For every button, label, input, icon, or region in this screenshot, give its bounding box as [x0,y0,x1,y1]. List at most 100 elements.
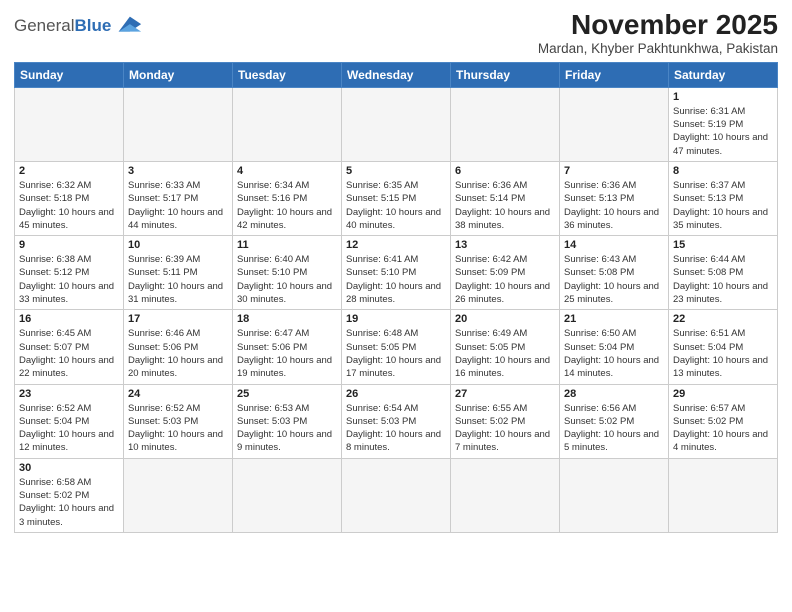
day-number: 8 [673,165,773,177]
calendar-day-cell: 12Sunrise: 6:41 AMSunset: 5:10 PMDayligh… [342,236,451,310]
day-number: 24 [128,388,228,400]
day-info: Sunrise: 6:32 AMSunset: 5:18 PMDaylight:… [19,179,119,232]
day-number: 19 [346,313,446,325]
day-number: 12 [346,239,446,251]
day-number: 6 [455,165,555,177]
calendar-day-cell: 2 Sunrise: 6:32 AMSunset: 5:18 PMDaylight… [15,161,124,235]
day-number: 13 [455,239,555,251]
day-info: Sunrise: 6:48 AMSunset: 5:05 PMDaylight:… [346,327,446,380]
calendar-day-cell: 7 Sunrise: 6:36 AMSunset: 5:13 PMDaylight… [560,161,669,235]
page-title: November 2025 [538,10,778,41]
weekday-header-row: SundayMondayTuesdayWednesdayThursdayFrid… [15,62,778,87]
calendar-week-row: 23 Sunrise: 6:52 AMSunset: 5:04 PMDayligh… [15,384,778,458]
day-number: 9 [19,239,119,251]
weekday-header-tuesday: Tuesday [233,62,342,87]
day-info: Sunrise: 6:43 AMSunset: 5:08 PMDaylight:… [564,253,664,306]
day-info: Sunrise: 6:37 AMSunset: 5:13 PMDaylight:… [673,179,773,232]
calendar-day-cell: 27Sunrise: 6:55 AMSunset: 5:02 PMDayligh… [451,384,560,458]
calendar-day-cell: 16 Sunrise: 6:45 AMSunset: 5:07 PMDayligh… [15,310,124,384]
calendar-week-row: 1 Sunrise: 6:31 AMSunset: 5:19 PMDaylight… [15,87,778,161]
calendar-day-cell [451,458,560,532]
calendar-day-cell: 17Sunrise: 6:46 AMSunset: 5:06 PMDayligh… [124,310,233,384]
calendar-day-cell: 24Sunrise: 6:52 AMSunset: 5:03 PMDayligh… [124,384,233,458]
day-number: 4 [237,165,337,177]
calendar-day-cell [233,87,342,161]
calendar-day-cell: 3Sunrise: 6:33 AMSunset: 5:17 PMDaylight… [124,161,233,235]
calendar-week-row: 9 Sunrise: 6:38 AMSunset: 5:12 PMDaylight… [15,236,778,310]
day-info: Sunrise: 6:52 AMSunset: 5:04 PMDaylight:… [19,402,119,455]
day-number: 30 [19,462,119,474]
calendar: SundayMondayTuesdayWednesdayThursdayFrid… [14,62,778,533]
day-info: Sunrise: 6:54 AMSunset: 5:03 PMDaylight:… [346,402,446,455]
day-number: 20 [455,313,555,325]
calendar-week-row: 30 Sunrise: 6:58 AMSunset: 5:02 PMDayligh… [15,458,778,532]
day-info: Sunrise: 6:42 AMSunset: 5:09 PMDaylight:… [455,253,555,306]
calendar-day-cell: 6 Sunrise: 6:36 AMSunset: 5:14 PMDaylight… [451,161,560,235]
calendar-day-cell [451,87,560,161]
day-info: Sunrise: 6:47 AMSunset: 5:06 PMDaylight:… [237,327,337,380]
calendar-day-cell: 23 Sunrise: 6:52 AMSunset: 5:04 PMDayligh… [15,384,124,458]
day-info: Sunrise: 6:31 AMSunset: 5:19 PMDaylight:… [673,105,773,158]
day-number: 7 [564,165,664,177]
calendar-header: SundayMondayTuesdayWednesdayThursdayFrid… [15,62,778,87]
header: GeneralBlue November 2025 Mardan, Khyber… [14,10,778,56]
day-number: 23 [19,388,119,400]
calendar-day-cell: 30 Sunrise: 6:58 AMSunset: 5:02 PMDayligh… [15,458,124,532]
weekday-header-monday: Monday [124,62,233,87]
day-number: 1 [673,91,773,103]
day-number: 16 [19,313,119,325]
day-info: Sunrise: 6:49 AMSunset: 5:05 PMDaylight:… [455,327,555,380]
day-number: 14 [564,239,664,251]
calendar-day-cell [560,87,669,161]
calendar-day-cell: 21Sunrise: 6:50 AMSunset: 5:04 PMDayligh… [560,310,669,384]
calendar-day-cell [669,458,778,532]
weekday-header-sunday: Sunday [15,62,124,87]
calendar-day-cell [233,458,342,532]
day-number: 22 [673,313,773,325]
day-info: Sunrise: 6:45 AMSunset: 5:07 PMDaylight:… [19,327,119,380]
day-info: Sunrise: 6:35 AMSunset: 5:15 PMDaylight:… [346,179,446,232]
title-block: November 2025 Mardan, Khyber Pakhtunkhwa… [538,10,778,56]
day-info: Sunrise: 6:44 AMSunset: 5:08 PMDaylight:… [673,253,773,306]
weekday-header-thursday: Thursday [451,62,560,87]
weekday-header-friday: Friday [560,62,669,87]
logo-icon [113,14,143,36]
day-number: 15 [673,239,773,251]
day-info: Sunrise: 6:36 AMSunset: 5:13 PMDaylight:… [564,179,664,232]
day-info: Sunrise: 6:53 AMSunset: 5:03 PMDaylight:… [237,402,337,455]
calendar-day-cell: 1 Sunrise: 6:31 AMSunset: 5:19 PMDaylight… [669,87,778,161]
day-info: Sunrise: 6:38 AMSunset: 5:12 PMDaylight:… [19,253,119,306]
day-number: 17 [128,313,228,325]
calendar-day-cell [342,87,451,161]
logo-text-normal: General [14,16,74,35]
day-number: 18 [237,313,337,325]
day-number: 10 [128,239,228,251]
calendar-day-cell [124,458,233,532]
calendar-day-cell: 11 Sunrise: 6:40 AMSunset: 5:10 PMDayligh… [233,236,342,310]
page-subtitle: Mardan, Khyber Pakhtunkhwa, Pakistan [538,41,778,56]
calendar-day-cell: 19 Sunrise: 6:48 AMSunset: 5:05 PMDayligh… [342,310,451,384]
calendar-day-cell: 15 Sunrise: 6:44 AMSunset: 5:08 PMDayligh… [669,236,778,310]
day-number: 2 [19,165,119,177]
day-info: Sunrise: 6:36 AMSunset: 5:14 PMDaylight:… [455,179,555,232]
calendar-day-cell: 22Sunrise: 6:51 AMSunset: 5:04 PMDayligh… [669,310,778,384]
calendar-day-cell [342,458,451,532]
day-info: Sunrise: 6:40 AMSunset: 5:10 PMDaylight:… [237,253,337,306]
weekday-header-wednesday: Wednesday [342,62,451,87]
day-info: Sunrise: 6:56 AMSunset: 5:02 PMDaylight:… [564,402,664,455]
day-number: 11 [237,239,337,251]
day-info: Sunrise: 6:58 AMSunset: 5:02 PMDaylight:… [19,476,119,529]
calendar-day-cell: 28Sunrise: 6:56 AMSunset: 5:02 PMDayligh… [560,384,669,458]
day-number: 21 [564,313,664,325]
day-info: Sunrise: 6:33 AMSunset: 5:17 PMDaylight:… [128,179,228,232]
calendar-day-cell: 29Sunrise: 6:57 AMSunset: 5:02 PMDayligh… [669,384,778,458]
calendar-day-cell: 26 Sunrise: 6:54 AMSunset: 5:03 PMDayligh… [342,384,451,458]
calendar-day-cell [15,87,124,161]
day-number: 26 [346,388,446,400]
page: GeneralBlue November 2025 Mardan, Khyber… [0,0,792,612]
calendar-day-cell: 9 Sunrise: 6:38 AMSunset: 5:12 PMDaylight… [15,236,124,310]
day-number: 5 [346,165,446,177]
calendar-day-cell [560,458,669,532]
calendar-day-cell [124,87,233,161]
day-info: Sunrise: 6:55 AMSunset: 5:02 PMDaylight:… [455,402,555,455]
